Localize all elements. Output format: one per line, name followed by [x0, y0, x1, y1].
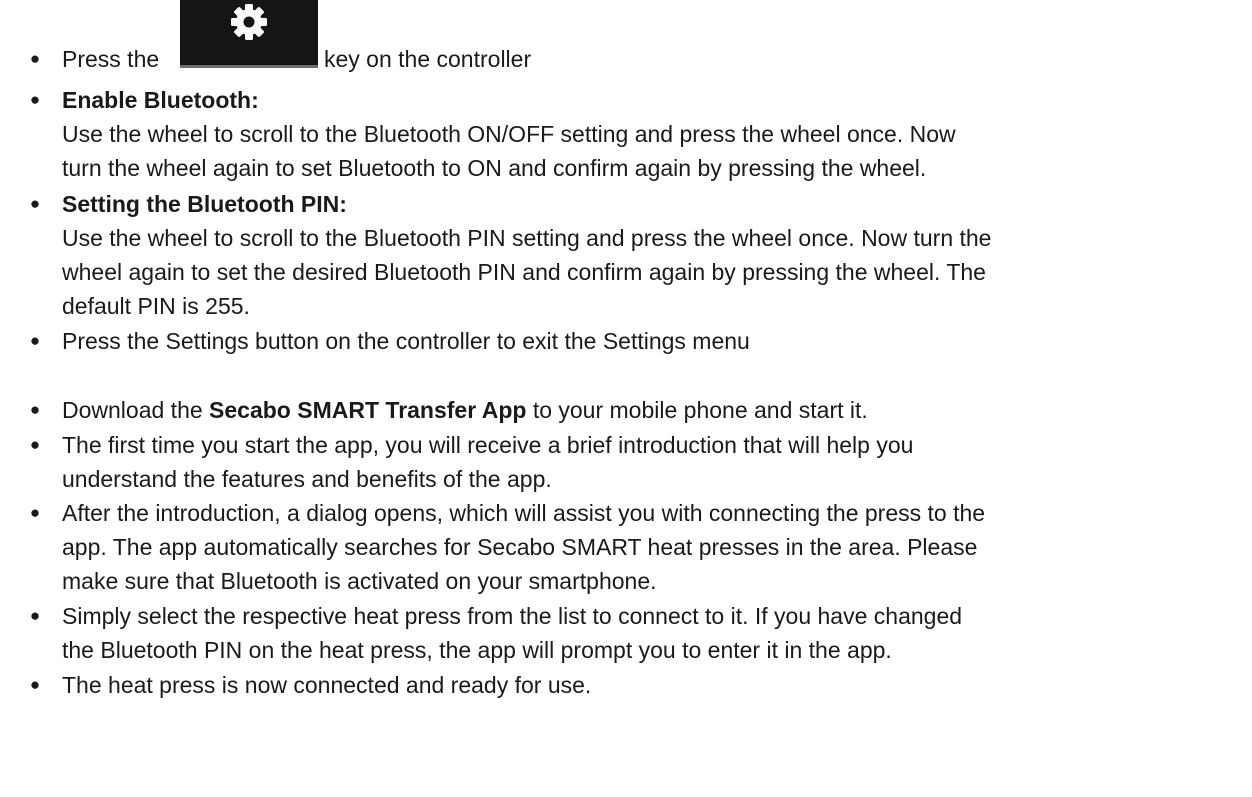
bullet: ●	[29, 90, 41, 109]
bullet: ●	[29, 400, 41, 419]
item-text-line: wheel again to set the desired Bluetooth…	[62, 259, 986, 285]
bullet: ●	[29, 331, 41, 350]
item-text-line: After the introduction, a dialog opens, …	[62, 500, 986, 526]
item-text-line: turn the wheel again to set Bluetooth to…	[62, 155, 927, 181]
item-text-line: Use the wheel to scroll to the Bluetooth…	[62, 225, 992, 251]
bullet: ●	[29, 435, 41, 454]
item-text-line: The first time you start the app, you wi…	[62, 432, 914, 458]
bullet: ●	[29, 194, 41, 213]
app-name: Secabo SMART Transfer App	[209, 397, 527, 423]
item-text-line: understand the features and benefits of …	[62, 466, 552, 492]
item-text-line: Use the wheel to scroll to the Bluetooth…	[62, 121, 956, 147]
item-text-line: make sure that Bluetooth is activated on…	[62, 568, 657, 594]
gear-icon	[231, 4, 267, 40]
item-heading: Enable Bluetooth:	[62, 87, 259, 113]
item-text-line: default PIN is 255.	[62, 293, 250, 319]
list-item-select-press: ● Simply select the respective heat pres…	[0, 599, 1252, 667]
item-text-line: the Bluetooth PIN on the heat press, the…	[62, 637, 892, 663]
item-text-line: The heat press is now connected and read…	[62, 672, 592, 698]
bullet: ●	[29, 49, 41, 68]
item-text: Download the	[62, 397, 203, 423]
settings-key-image	[180, 0, 318, 68]
list-item-exit-settings: ● Press the Settings button on the contr…	[0, 324, 1252, 358]
list-item-enable-bluetooth: ● Enable Bluetooth: Use the wheel to scr…	[0, 83, 1252, 185]
bullet: ●	[29, 503, 41, 522]
item-text: Press the	[62, 46, 160, 72]
item-text-line: app. The app automatically searches for …	[62, 534, 978, 560]
bullet: ●	[29, 606, 41, 625]
list-item-press-settings-key: ● Press the key on the controller	[0, 0, 1252, 76]
list-item-connection-dialog: ● After the introduction, a dialog opens…	[0, 496, 1252, 598]
list-item-first-start: ● The first time you start the app, you …	[0, 428, 1252, 496]
list-item-bluetooth-pin: ● Setting the Bluetooth PIN: Use the whe…	[0, 187, 1252, 323]
item-text: key on the controller	[324, 46, 532, 72]
list-item-download-app: ● Download the Secabo SMART Transfer App…	[0, 393, 1252, 427]
item-heading: Setting the Bluetooth PIN:	[62, 191, 347, 217]
item-text-line: Press the Settings button on the control…	[62, 328, 750, 354]
instructions-page: ● Press the key on the controller ● Enab…	[0, 0, 1252, 797]
list-item-connected: ● The heat press is now connected and re…	[0, 668, 1252, 702]
item-text: to your mobile phone and start it.	[532, 397, 868, 423]
item-text-line: Simply select the respective heat press …	[62, 603, 963, 629]
bullet: ●	[29, 675, 41, 694]
